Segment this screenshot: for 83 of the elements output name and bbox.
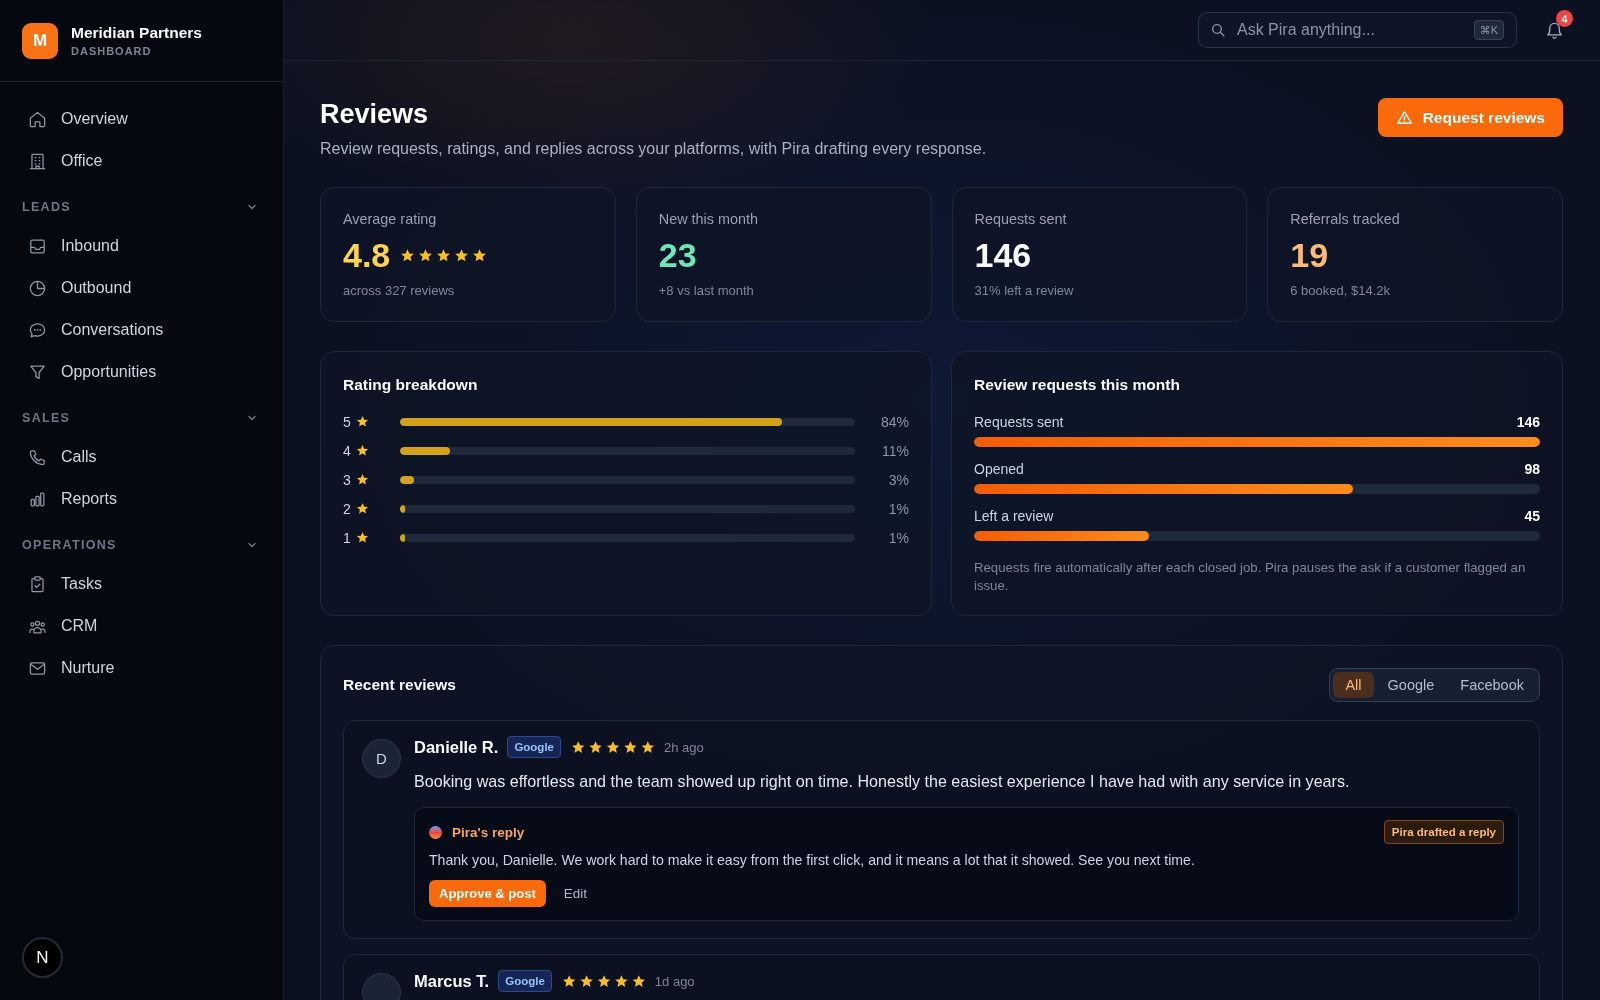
stat-note: +8 vs last month: [658, 283, 755, 299]
nav-item[interactable]: Opportunities: [12, 351, 271, 393]
nav-item[interactable]: Conversations: [12, 309, 271, 351]
rating-percent: 1%: [887, 529, 909, 546]
building-icon: [28, 151, 47, 171]
stat-value: 146: [974, 236, 1032, 274]
star-icon: [355, 444, 369, 457]
request-count: 146: [1516, 413, 1540, 431]
filter-tab[interactable]: All: [1333, 672, 1374, 698]
star-icon: [355, 531, 369, 544]
reviewer-name: Danielle R.: [414, 737, 499, 757]
star-icon: [355, 502, 369, 515]
request-label: Requests sent: [974, 413, 1064, 431]
stat-value: 4.8: [343, 236, 391, 274]
section-header[interactable]: OPERATIONS: [12, 536, 271, 554]
request-count: 45: [1524, 507, 1540, 525]
star-icon: [355, 473, 369, 486]
nav-item[interactable]: Tasks: [12, 563, 271, 605]
rating-label: 2: [343, 500, 351, 517]
orb-icon: [429, 825, 442, 839]
request-label: Opened: [974, 460, 1024, 478]
stat-label: Referrals tracked: [1290, 210, 1401, 228]
panel-title: Recent reviews: [343, 675, 456, 695]
rating-label: 3: [343, 471, 351, 488]
request-label: Left a review: [974, 507, 1054, 525]
stat-label: Requests sent: [974, 210, 1068, 228]
filter-tab[interactable]: Google: [1375, 672, 1447, 698]
nav-item[interactable]: Nurture: [12, 647, 271, 689]
nav-item[interactable]: Inbound: [12, 225, 271, 267]
brand-name: Meridian Partners: [71, 23, 202, 42]
panel-title: Rating breakdown: [343, 375, 479, 395]
phone-icon: [28, 447, 47, 467]
rating-percent: 3%: [887, 471, 909, 488]
stat-label: Average rating: [343, 210, 438, 228]
search-icon: [1210, 22, 1226, 38]
stat-note: across 327 reviews: [343, 283, 456, 299]
stat-label: New this month: [658, 210, 759, 228]
clipboard-check-icon: [28, 574, 47, 594]
reviewer-name: Marcus T.: [414, 971, 490, 991]
notification-count: 4: [1556, 10, 1573, 27]
filter-tab[interactable]: Facebook: [1448, 672, 1536, 698]
reply-title: Pira's reply: [452, 824, 525, 840]
nav-item[interactable]: Calls: [12, 436, 271, 478]
page-subtitle: Review requests, ratings, and replies across your platforms, with Pira drafting every response.: [320, 139, 987, 159]
platform-badge: Google: [507, 736, 561, 758]
rating-label: 1: [343, 529, 351, 546]
rating-percent: 1%: [887, 500, 909, 517]
avatar: D: [362, 739, 401, 778]
rating-label: 5: [343, 413, 351, 430]
stat-note: 6 booked, $14.2k: [1290, 283, 1391, 299]
nav-item[interactable]: Reports: [12, 478, 271, 520]
brand-subtitle: DASHBOARD: [71, 44, 153, 58]
stat-value: 19: [1290, 236, 1329, 274]
chat-bubble-icon: [28, 320, 47, 340]
warning-icon: [1395, 109, 1413, 126]
nav-item[interactable]: CRM: [12, 605, 271, 647]
shortcut-key: ⌘K: [1473, 20, 1504, 40]
rating-percent: 84%: [879, 413, 909, 430]
section-header[interactable]: SALES: [12, 409, 271, 427]
page-title: Reviews: [320, 98, 430, 130]
panel-title: Review requests this month: [974, 375, 1181, 395]
draft-status-badge: Pira drafted a reply: [1383, 820, 1504, 844]
platform-badge: Google: [498, 970, 552, 992]
nav-item[interactable]: Office: [12, 140, 271, 182]
review-text: Booking was effortless and the team showed up right on time. Honestly the easiest experience I have had with any service in years.: [414, 771, 1351, 792]
reply-text: Thank you, Danielle. We work hard to make it easy from the first click, and it means a lot that it showed. See you next time.: [429, 851, 1196, 870]
home-icon: [28, 109, 47, 129]
requests-note: Requests fire automatically after each closed job. Pira pauses the ask if a customer flagged an issue.: [974, 559, 1527, 595]
stat-note: 31% left a review: [974, 283, 1075, 299]
pie-chart-icon: [28, 278, 47, 298]
edit-button[interactable]: Edit: [559, 886, 592, 901]
rating-label: 4: [343, 442, 351, 459]
stat-value: 23: [658, 236, 697, 274]
review-time: 2h ago: [664, 739, 704, 755]
request-count: 98: [1524, 460, 1540, 478]
nav-item[interactable]: Outbound: [12, 267, 271, 309]
dev-badge-button[interactable]: N: [22, 937, 63, 978]
rating-percent: 11%: [881, 442, 909, 459]
brand-logo: M: [22, 22, 58, 59]
review-time: 1d ago: [654, 973, 695, 989]
nav-item[interactable]: Overview: [12, 98, 271, 140]
star-icon: [355, 415, 369, 428]
section-header[interactable]: LEADS: [12, 198, 271, 216]
